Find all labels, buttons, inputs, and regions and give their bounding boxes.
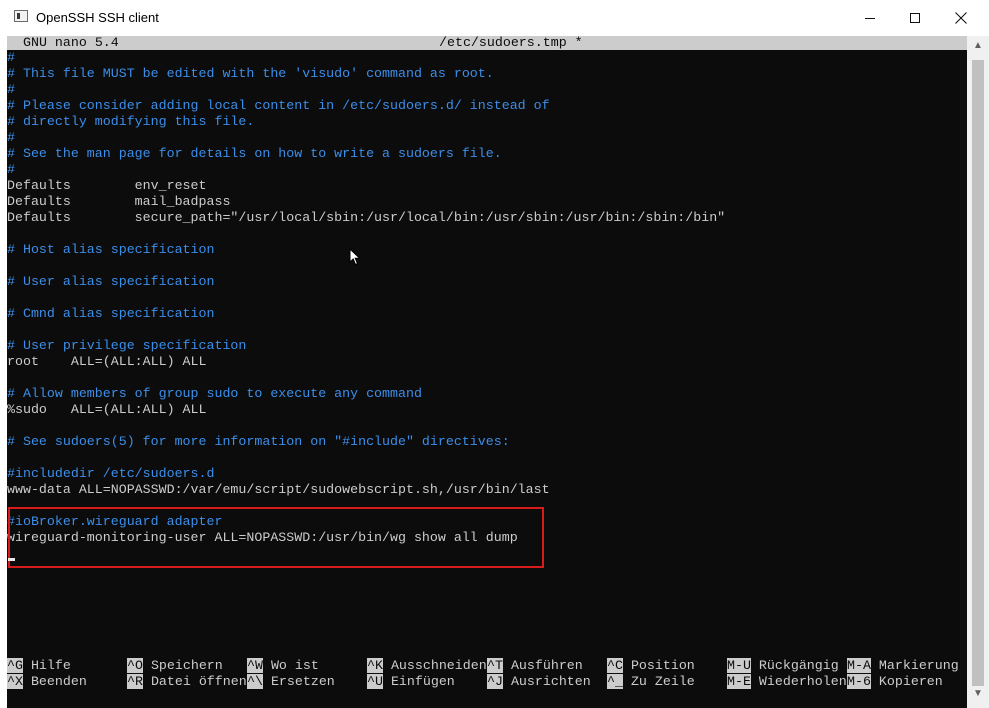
shortcut-item: ^J Ausrichten xyxy=(487,674,591,690)
shortcut-key: ^G xyxy=(7,658,23,673)
shortcut-item: ^G Hilfe xyxy=(7,658,71,674)
shortcut-key: ^_ xyxy=(607,674,623,689)
nano-filename: /etc/sudoers.tmp * xyxy=(439,36,583,50)
shortcut-item: ^R Datei öffnen xyxy=(127,674,247,690)
shortcut-item: M-6 Kopieren xyxy=(847,674,943,690)
close-button[interactable] xyxy=(938,0,984,36)
shortcut-key: ^C xyxy=(607,658,623,673)
maximize-icon xyxy=(909,12,920,23)
minimize-icon xyxy=(864,17,875,19)
editor-line[interactable]: Defaults secure_path="/usr/local/sbin:/u… xyxy=(7,210,725,226)
editor-line[interactable]: # User privilege specification xyxy=(7,338,246,354)
vertical-scrollbar[interactable]: ▲ ▼ xyxy=(967,36,989,708)
editor-line[interactable]: # Allow members of group sudo to execute… xyxy=(7,386,422,402)
window-titlebar[interactable]: OpenSSH SSH client xyxy=(0,0,989,36)
shortcut-label: Datei öffnen xyxy=(142,674,247,689)
shortcut-key: ^X xyxy=(7,674,23,689)
editor-line[interactable]: # xyxy=(7,162,15,178)
editor-line[interactable]: # This file MUST be edited with the 'vis… xyxy=(7,66,494,82)
shortcut-item: ^W Wo ist xyxy=(247,658,319,674)
editor-line[interactable]: # See the man page for details on how to… xyxy=(7,146,502,162)
shortcut-label: Einfügen xyxy=(382,674,455,689)
editor-line[interactable]: # See sudoers(5) for more information on… xyxy=(7,434,510,450)
terminal-window[interactable]: GNU nano 5.4 /etc/sudoers.tmp * # # This … xyxy=(7,36,967,708)
shortcut-key: ^T xyxy=(487,658,503,673)
shortcut-label: Ersetzen xyxy=(262,674,335,689)
shortcut-key: M-E xyxy=(727,674,751,689)
nano-header-bar: GNU nano 5.4 /etc/sudoers.tmp * xyxy=(7,36,967,50)
minimize-button[interactable] xyxy=(847,0,893,36)
editor-line[interactable]: root ALL=(ALL:ALL) ALL xyxy=(7,354,207,370)
editor-line[interactable]: #ioBroker.wireguard adapter xyxy=(7,514,222,530)
shortcut-item: M-U Rückgängig xyxy=(727,658,839,674)
scroll-up-icon[interactable]: ▲ xyxy=(972,40,984,51)
editor-line[interactable]: # User alias specification xyxy=(7,274,214,290)
shortcut-key: M-U xyxy=(727,658,751,673)
shortcut-label: Ausführen xyxy=(502,658,583,673)
shortcut-label: Wiederholen xyxy=(750,674,847,689)
nano-version: GNU nano 5.4 xyxy=(23,36,119,50)
shortcut-label: Rückgängig xyxy=(750,658,839,673)
editor-line[interactable]: wireguard-monitoring-user ALL=NOPASSWD:/… xyxy=(7,530,518,546)
shortcut-label: Kopieren xyxy=(870,674,943,689)
editor-line[interactable]: %sudo ALL=(ALL:ALL) ALL xyxy=(7,402,207,418)
editor-line[interactable]: # Host alias specification xyxy=(7,242,214,258)
maximize-button[interactable] xyxy=(892,0,938,36)
shortcut-key: ^\ xyxy=(247,674,263,689)
shortcut-item: ^T Ausführen xyxy=(487,658,583,674)
shortcut-label: Speichern xyxy=(142,658,223,673)
shortcut-item: M-E Wiederholen xyxy=(727,674,847,690)
shortcut-key: M-6 xyxy=(847,674,871,689)
terminal-app-icon[interactable] xyxy=(14,10,28,22)
editor-line[interactable]: # Cmnd alias specification xyxy=(7,306,214,322)
shortcut-item: ^O Speichern xyxy=(127,658,223,674)
editor-line[interactable]: www-data ALL=NOPASSWD:/var/emu/script/su… xyxy=(7,482,550,498)
close-icon xyxy=(955,12,967,24)
shortcut-key: ^R xyxy=(127,674,143,689)
shortcut-item: ^U Einfügen xyxy=(367,674,455,690)
scroll-thumb[interactable] xyxy=(972,60,984,686)
editor-line[interactable]: Defaults mail_badpass xyxy=(7,194,230,210)
editor-line[interactable]: Defaults env_reset xyxy=(7,178,207,194)
editor-line[interactable]: # xyxy=(7,50,15,66)
editor-line[interactable]: # directly modifying this file. xyxy=(7,114,254,130)
shortcut-item: M-A Markierung xyxy=(847,658,959,674)
shortcut-item: ^K Ausschneiden xyxy=(367,658,487,674)
shortcut-label: Ausschneiden xyxy=(382,658,487,673)
shortcut-label: Markierung xyxy=(870,658,959,673)
shortcut-key: ^W xyxy=(247,658,263,673)
editor-line[interactable]: #includedir /etc/sudoers.d xyxy=(7,466,214,482)
shortcut-label: Zu Zeile xyxy=(622,674,695,689)
mouse-pointer-icon xyxy=(349,248,361,266)
editor-line[interactable]: # Please consider adding local content i… xyxy=(7,98,550,114)
shortcut-label: Beenden xyxy=(22,674,87,689)
shortcut-key: ^O xyxy=(127,658,143,673)
shortcut-label: Hilfe xyxy=(22,658,71,673)
shortcut-key: ^U xyxy=(367,674,383,689)
shortcut-item: ^\ Ersetzen xyxy=(247,674,335,690)
editor-line[interactable]: # xyxy=(7,130,15,146)
shortcut-label: Ausrichten xyxy=(502,674,591,689)
editor-line[interactable]: # xyxy=(7,82,15,98)
shortcut-label: Position xyxy=(622,658,695,673)
shortcut-label: Wo ist xyxy=(262,658,319,673)
text-cursor xyxy=(8,558,15,561)
shortcut-item: ^_ Zu Zeile xyxy=(607,674,695,690)
shortcut-key: ^J xyxy=(487,674,503,689)
shortcut-key: ^K xyxy=(367,658,383,673)
scroll-down-icon[interactable]: ▼ xyxy=(972,688,984,699)
shortcut-item: ^C Position xyxy=(607,658,695,674)
shortcut-key: M-A xyxy=(847,658,871,673)
window-title: OpenSSH SSH client xyxy=(36,10,159,25)
shortcut-item: ^X Beenden xyxy=(7,674,87,690)
